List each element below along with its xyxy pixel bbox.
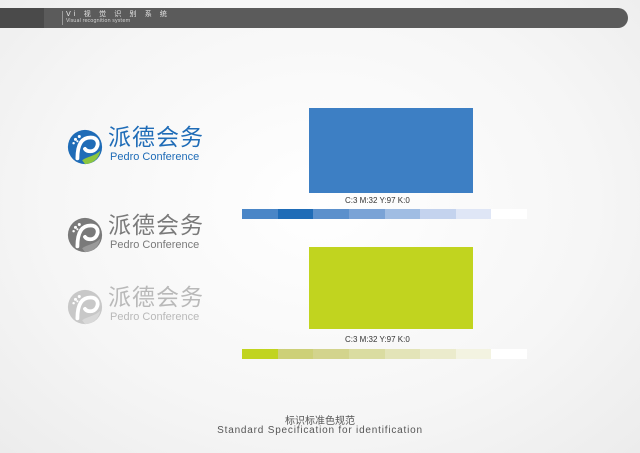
logo-grayscale: 派德会务 Pedro Conference xyxy=(66,212,236,260)
color-swatch-blue xyxy=(309,108,473,193)
tint-strip-green xyxy=(242,349,527,359)
logo-english-name: Pedro Conference xyxy=(110,239,200,251)
tint-cell xyxy=(420,349,456,359)
tint-cell xyxy=(455,349,492,359)
tint-cell xyxy=(242,209,278,219)
header-divider xyxy=(62,11,63,25)
tint-cell xyxy=(455,209,492,219)
logo-english-name: Pedro Conference xyxy=(110,151,200,163)
tint-cell xyxy=(348,209,385,219)
logo-chinese-name: 派德会务 xyxy=(108,285,204,311)
pedro-logo-icon xyxy=(67,129,103,165)
caption-english: Standard Specification for identificatio… xyxy=(217,425,423,436)
logo-chinese-name: 派德会务 xyxy=(108,125,204,151)
tint-strip-blue xyxy=(242,209,527,219)
header-subtitle: Visual recognition system xyxy=(66,18,131,24)
tint-cell xyxy=(277,349,314,359)
tint-cell xyxy=(491,349,527,359)
tint-cell xyxy=(384,209,421,219)
tint-cell xyxy=(491,209,527,219)
logo-full-color: 派德会务 Pedro Conference xyxy=(66,124,236,172)
tint-cell xyxy=(242,349,278,359)
pedro-logo-icon xyxy=(67,217,103,253)
tint-cell xyxy=(420,209,456,219)
header-accent xyxy=(0,8,44,28)
tint-cell xyxy=(313,209,349,219)
logo-english-name: Pedro Conference xyxy=(110,311,200,323)
cmyk-value-blue: C:3 M:32 Y:97 K:0 xyxy=(345,196,410,205)
cmyk-value-green: C:3 M:32 Y:97 K:0 xyxy=(345,335,410,344)
tint-cell xyxy=(348,349,385,359)
tint-cell xyxy=(313,349,349,359)
tint-cell xyxy=(384,349,421,359)
logo-chinese-name: 派德会务 xyxy=(108,213,204,239)
pedro-logo-icon xyxy=(67,289,103,325)
logo-light-gray: 派德会务 Pedro Conference xyxy=(66,284,236,332)
tint-cell xyxy=(277,209,314,219)
color-swatch-green xyxy=(309,247,473,329)
